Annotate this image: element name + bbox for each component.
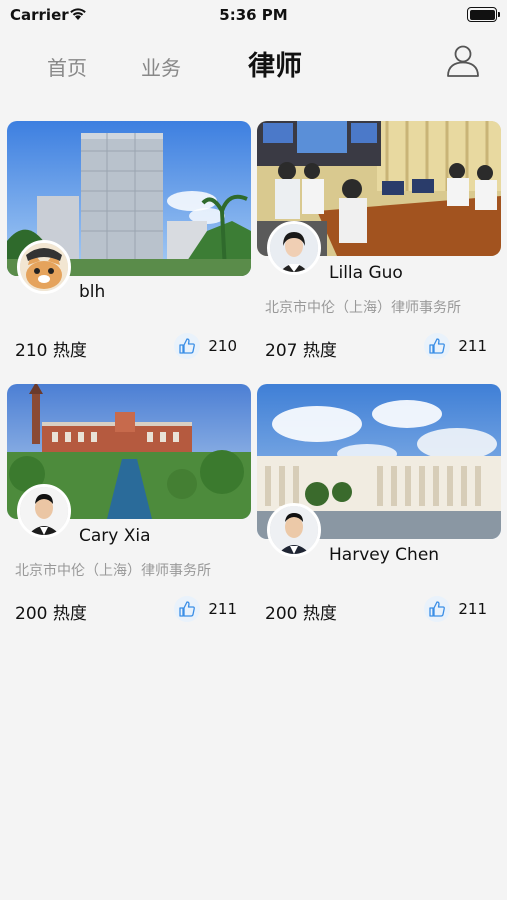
law-firm: 北京市中伦（上海）律师事务所 [15,563,211,579]
heat-score: 200 热度 [15,604,87,624]
heat-score: 207 热度 [265,341,337,361]
like-button[interactable]: 211 [424,333,487,359]
lawyer-name: Lilla Guo [329,263,403,283]
like-count: 210 [208,337,237,355]
like-button[interactable]: 210 [174,333,237,359]
avatar [17,240,71,294]
like-count: 211 [458,337,487,355]
like-button[interactable]: 211 [174,596,237,622]
user-profile-icon[interactable] [445,42,481,78]
avatar [267,503,321,557]
thumbs-up-icon [174,596,201,622]
heat-score: 200 热度 [265,604,337,624]
lawyer-card[interactable]: Cary Xia 北京市中伦（上海）律师事务所 200 热度 211 [7,384,251,624]
like-count: 211 [458,600,487,618]
thumbs-up-icon [174,333,201,359]
like-count: 211 [208,600,237,618]
avatar [17,484,71,538]
clock: 5:36 PM [219,6,288,24]
thumbs-up-icon [424,596,451,622]
tab-home[interactable]: 首页 [47,52,87,81]
lawyer-name: Cary Xia [79,526,151,546]
lawyer-card[interactable]: blh 210 热度 210 [7,121,251,361]
top-nav: 首页 业务 律师 [0,38,507,93]
lawyer-card[interactable]: Lilla Guo 北京市中伦（上海）律师事务所 207 热度 211 [257,121,501,361]
like-button[interactable]: 211 [424,596,487,622]
tab-lawyers[interactable]: 律师 [248,44,302,83]
lawyer-name: Harvey Chen [329,545,440,565]
thumbs-up-icon [424,333,451,359]
avatar [267,221,321,275]
status-bar: Carrier 5:36 PM [0,0,507,30]
tab-business[interactable]: 业务 [141,52,181,81]
lawyer-name: blh [79,282,106,302]
battery-icon [467,7,500,22]
heat-score: 210 热度 [15,341,87,361]
law-firm: 北京市中伦（上海）律师事务所 [265,300,461,316]
lawyer-card[interactable]: Harvey Chen 200 热度 211 [257,384,501,624]
